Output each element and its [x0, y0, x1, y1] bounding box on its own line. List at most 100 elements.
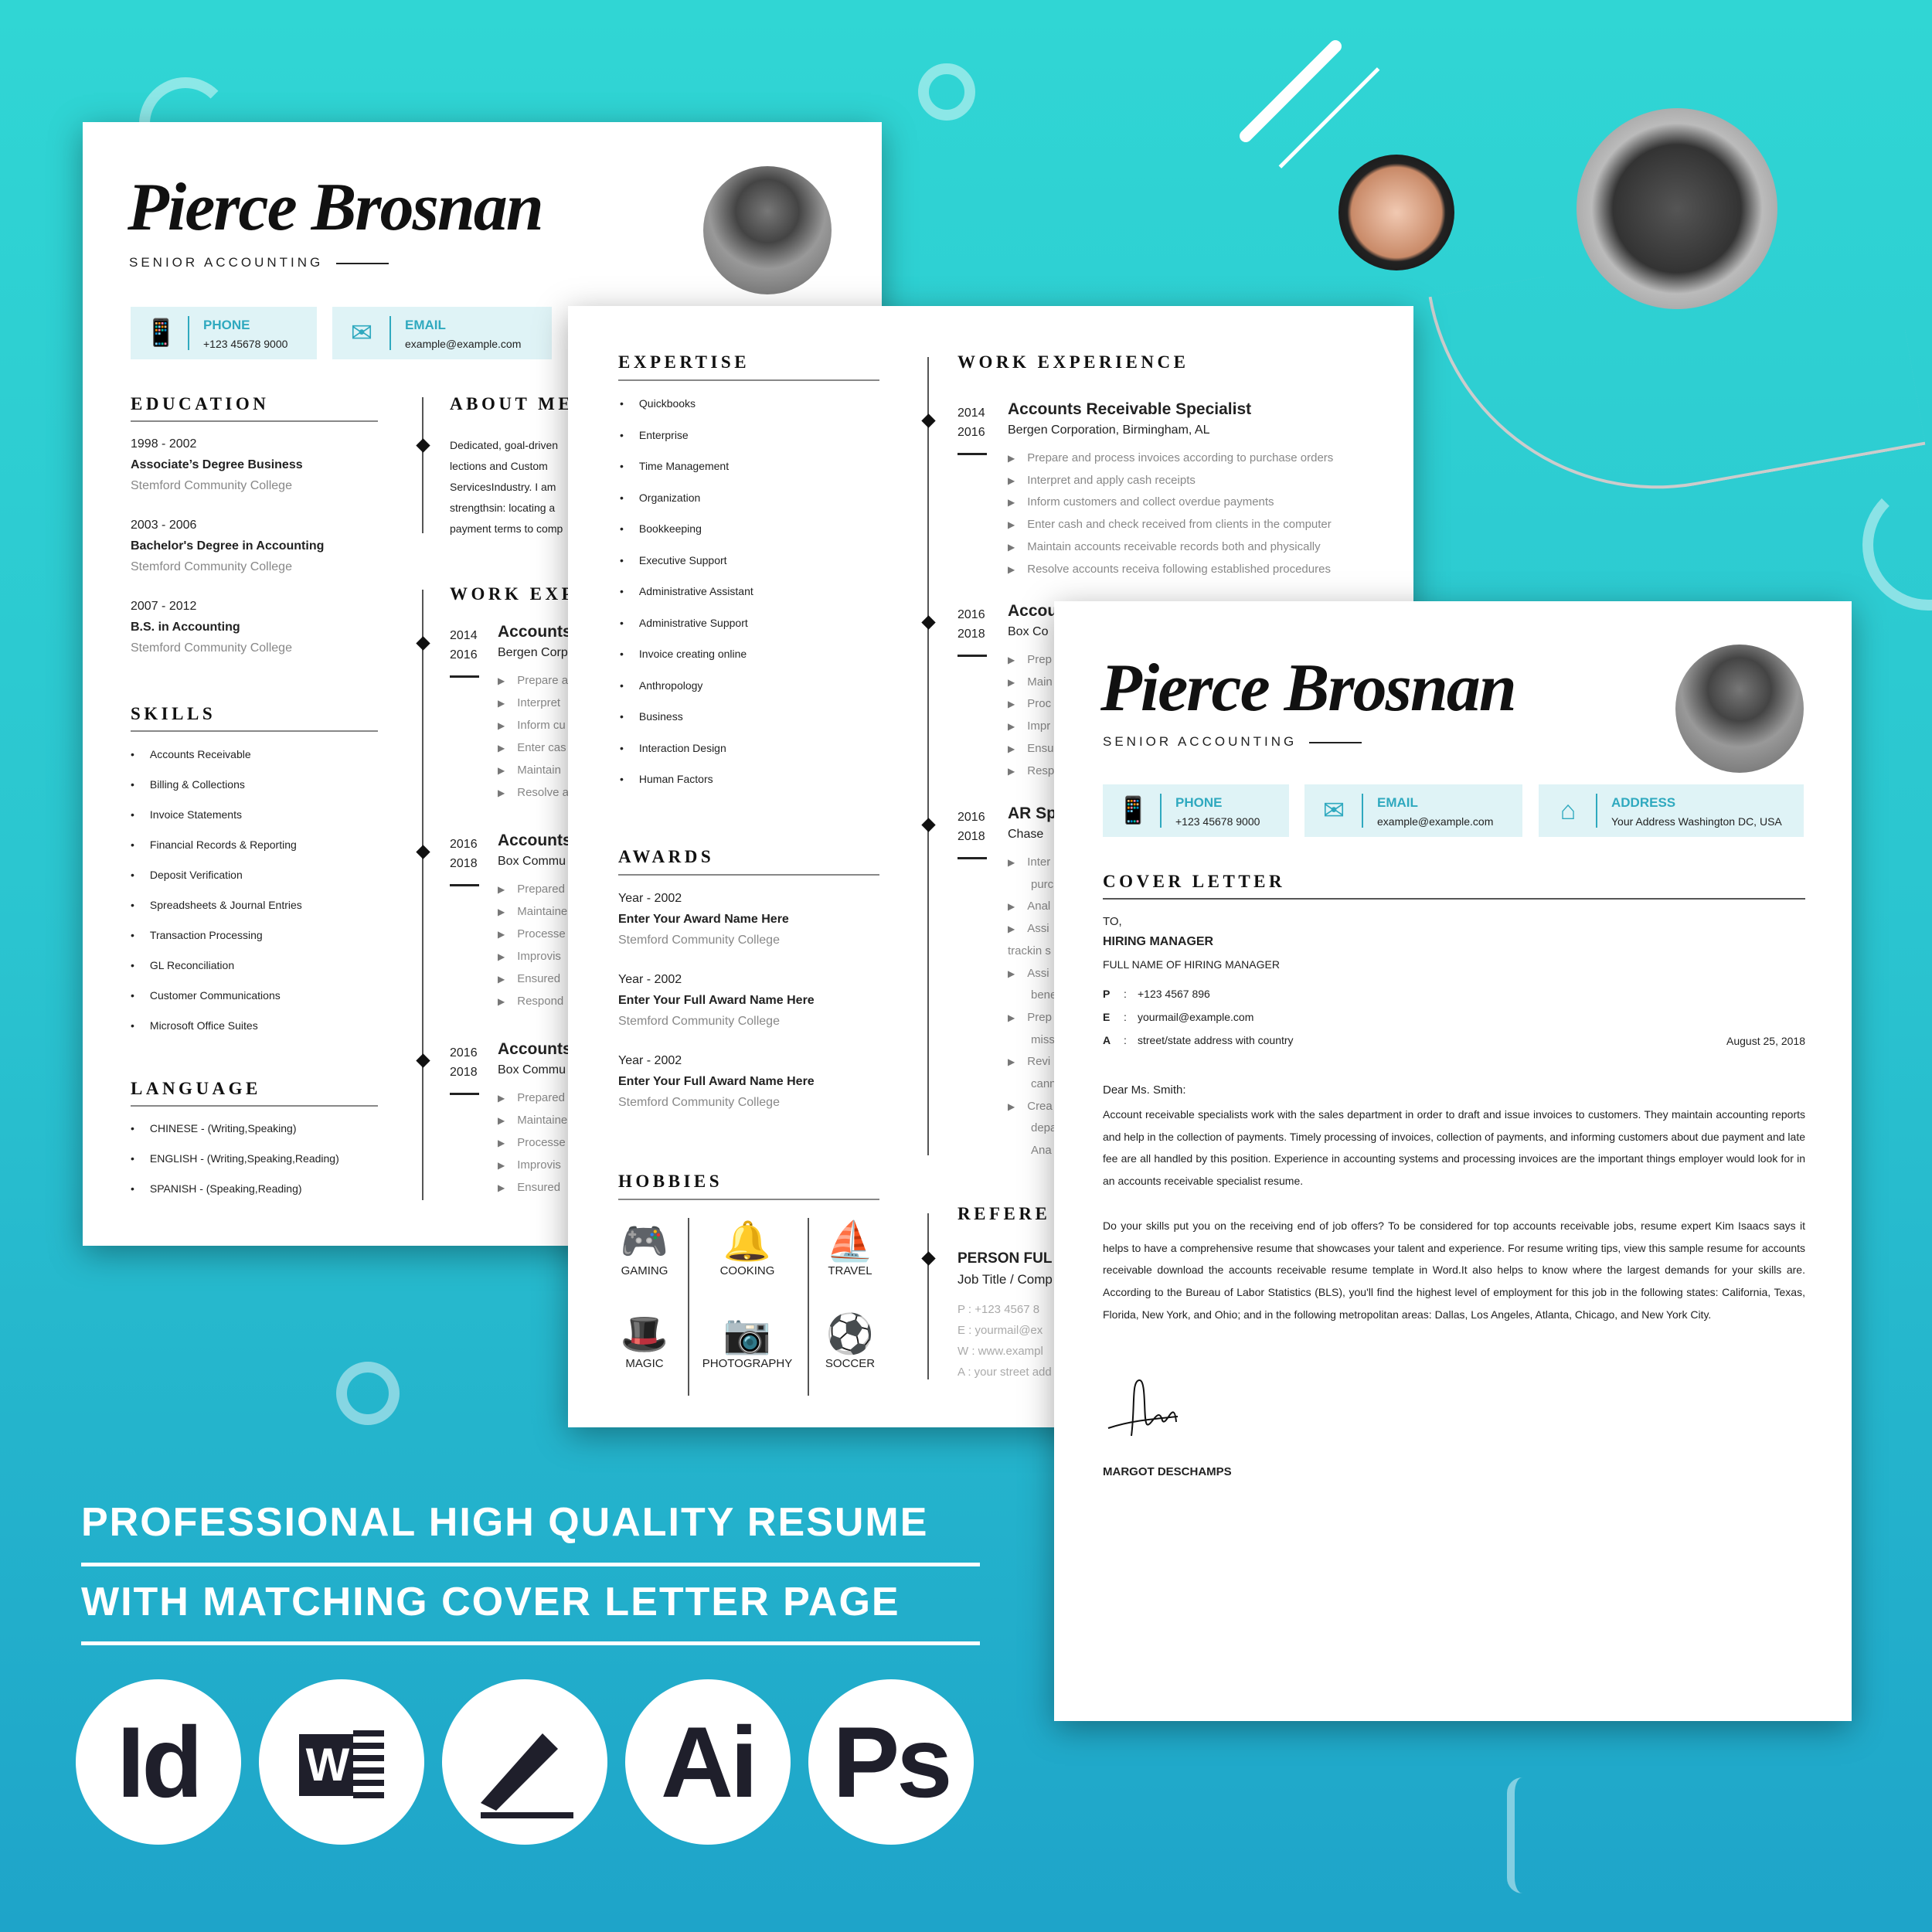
decor-arc — [1862, 479, 1932, 611]
work-end: 2018 — [957, 628, 985, 641]
work-bullet: Assi — [1008, 967, 1049, 980]
reference-detail: W : www.exampl — [957, 1345, 1043, 1358]
about-heading: ABOUT ME — [450, 394, 574, 413]
expertise-item: Interaction Design — [620, 742, 726, 754]
expertise-item: Business — [620, 710, 683, 723]
language-item: ENGLISH - (Writing,Speaking,Reading) — [131, 1152, 339, 1165]
work-company: Bergen Corp — [498, 646, 568, 659]
work-bullet: trackin s — [1008, 944, 1051, 957]
work-title: Accounts — [498, 1040, 572, 1058]
education-school: Stemford Community College — [131, 560, 292, 573]
detail-value: street/state address with country — [1138, 1034, 1294, 1046]
salutation: Dear Ms. Smith: — [1103, 1083, 1186, 1097]
expertise-item: Human Factors — [620, 773, 713, 785]
reference-detail: E : yourmail@ex — [957, 1324, 1043, 1337]
work-company: Box Commu — [498, 855, 566, 868]
signer-name: MARGOT DESCHAMPS — [1103, 1465, 1232, 1478]
profile-photo — [703, 166, 832, 294]
phone-icon: 📱 — [1117, 796, 1150, 825]
work-bullet: miss — [1031, 1032, 1055, 1046]
work-company: Chase — [1008, 828, 1044, 841]
education-school: Stemford Community College — [131, 479, 292, 492]
ship-icon: ⛵ — [825, 1219, 875, 1263]
work-bullet: Enter cash and check received from clien… — [1008, 518, 1332, 531]
expertise-item: Enterprise — [620, 429, 689, 441]
work-bullet: Prepare a — [498, 674, 568, 687]
cover-letter-heading: COVER LETTER — [1103, 872, 1286, 891]
contact-box-email: ✉ EMAIL example@example.com — [1304, 784, 1522, 837]
gamepad-icon: 🎮 — [620, 1219, 669, 1263]
work-bullet: Resolve a — [498, 786, 569, 799]
cover-letter-page: Pierce Brosnan SENIOR ACCOUNTING 📱 PHONE +… — [1054, 601, 1852, 1721]
work-bullet: Ensured — [498, 972, 560, 985]
work-bullet: Resp — [1008, 764, 1054, 777]
expertise-item: Bookkeeping — [620, 522, 702, 535]
profile-photo — [1675, 645, 1804, 773]
award-name: Enter Your Full Award Name Here — [618, 1075, 815, 1088]
work-start: 2014 — [450, 629, 478, 642]
timeline-marker — [921, 615, 936, 630]
expertise-item: Quickbooks — [620, 397, 696, 410]
hobbies-heading: HOBBIES — [618, 1172, 723, 1191]
divider — [1596, 794, 1597, 828]
work-bullet: Prepare and process invoices according t… — [1008, 451, 1333, 464]
divider — [618, 874, 879, 876]
education-degree: Bachelor's Degree in Accounting — [131, 539, 325, 553]
recipient-name: FULL NAME OF HIRING MANAGER — [1103, 958, 1280, 971]
detail-key: P — [1103, 988, 1111, 1000]
contact-box-phone: 📱 PHONE +123 45678 9000 — [1103, 784, 1289, 837]
about-text: strengthsin: locating a — [450, 502, 556, 514]
dash — [957, 655, 987, 657]
work-bullet: Processe — [498, 1136, 566, 1149]
about-text: ServicesIndustry. I am — [450, 481, 556, 493]
promo-line-1: PROFESSIONAL HIGH QUALITY RESUME — [81, 1500, 929, 1545]
work-bullet: purc — [1031, 877, 1054, 891]
work-bullet: Proc — [1008, 697, 1051, 710]
work-heading: WORK EXP — [450, 584, 577, 604]
contact-label: ADDRESS — [1611, 795, 1676, 810]
contact-box-phone: 📱 PHONE +123 45678 9000 — [131, 307, 317, 359]
reference-detail: A : your street add — [957, 1366, 1052, 1379]
divider — [81, 1641, 980, 1645]
work-title: Accounts — [498, 832, 572, 849]
resume-name: Pierce Brosnan — [128, 170, 544, 245]
cover-title: SENIOR ACCOUNTING — [1103, 734, 1298, 749]
hobby-photography: 📷 PHOTOGRAPHY — [697, 1311, 798, 1370]
phone-icon: 📱 — [145, 318, 178, 348]
contact-box-email: ✉ EMAIL example@example.com — [332, 307, 552, 359]
contact-value: +123 45678 9000 — [1175, 815, 1260, 828]
timeline-marker — [921, 1251, 936, 1266]
house-icon: ⌂ — [1560, 796, 1577, 825]
work-title: Accounts Receivable Specialist — [1008, 400, 1252, 418]
skill-item: Microsoft Office Suites — [131, 1019, 258, 1032]
letter-paragraph: Do your skills put you on the receiving … — [1103, 1219, 1805, 1321]
contact-box-address: ⌂ ADDRESS Your Address Washington DC, USA — [1539, 784, 1804, 837]
cloche-icon: 🔔 — [723, 1219, 772, 1263]
work-bullet: Ensu — [1008, 742, 1053, 755]
dash — [450, 884, 479, 886]
decor-ring — [336, 1362, 400, 1425]
work-start: 2016 — [450, 838, 478, 851]
language-item: SPANISH - (Speaking,Reading) — [131, 1182, 302, 1195]
hobby-cooking: 🔔 COOKING — [697, 1218, 798, 1277]
pen-icon — [442, 1679, 607, 1845]
award-year: Year - 2002 — [618, 973, 682, 986]
letter-date: August 25, 2018 — [1726, 1035, 1805, 1047]
expertise-item: Administrative Assistant — [620, 585, 753, 597]
skill-item: Financial Records & Reporting — [131, 838, 297, 851]
divider — [1160, 794, 1162, 828]
contact-label: EMAIL — [405, 318, 446, 332]
to-label: TO, — [1103, 915, 1122, 928]
expertise-item: Invoice creating online — [620, 648, 747, 660]
contact-label: PHONE — [1175, 795, 1223, 810]
skill-item: Accounts Receivable — [131, 748, 251, 760]
timeline-marker — [416, 1053, 430, 1068]
timeline-marker — [921, 818, 936, 832]
work-bullet: Enter cas — [498, 741, 566, 754]
magic-hat-icon: 🎩 — [620, 1312, 669, 1355]
work-bullet: Prepared — [498, 883, 565, 896]
hobby-gaming: 🎮 GAMING — [594, 1218, 695, 1277]
cover-name: Pierce Brosnan — [1100, 651, 1517, 726]
education-years: 2003 - 2006 — [131, 519, 197, 532]
work-end: 2018 — [450, 857, 478, 870]
